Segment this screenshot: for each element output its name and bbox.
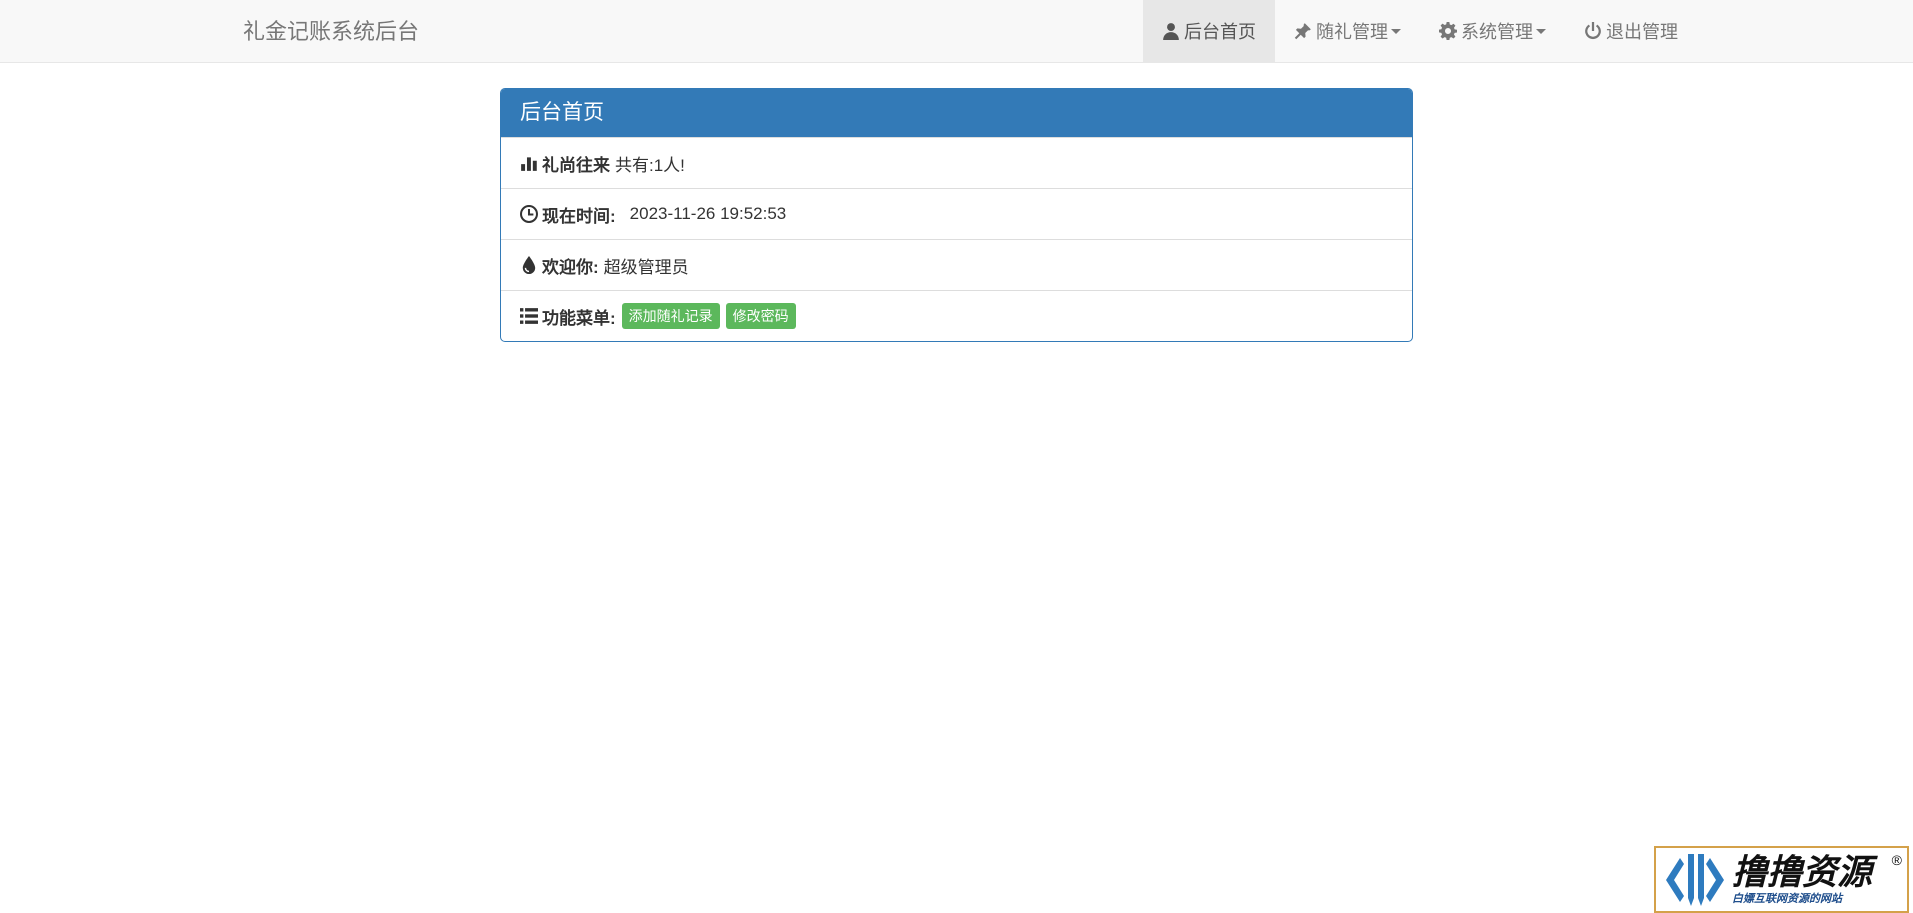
clock-icon <box>520 205 538 223</box>
nav-item-label: 后台首页 <box>1184 22 1256 42</box>
time-value: 2023-11-26 19:52:53 <box>629 204 787 223</box>
welcome-row: 欢迎你: 超级管理员 <box>501 239 1412 290</box>
time-row: 现在时间: 2023-11-26 19:52:53 <box>501 188 1412 239</box>
watermark-emblem <box>1666 853 1724 906</box>
panel-title: 后台首页 <box>501 89 1412 137</box>
nav-item-gift-management[interactable]: 随礼管理 <box>1275 0 1420 62</box>
nav-item-label: 系统管理 <box>1461 22 1533 42</box>
welcome-user: 超级管理员 <box>603 257 689 277</box>
watermark-text: 撸撸资源 白嫖互联网资源的网站 <box>1732 852 1873 906</box>
stats-row: 礼尚往来 共有:1人! <box>501 137 1412 188</box>
brand-title[interactable]: 礼金记账系统后台 <box>243 0 419 63</box>
add-gift-record-button[interactable]: 添加随礼记录 <box>621 303 720 329</box>
nav-item-label: 随礼管理 <box>1316 22 1388 42</box>
nav-item-label: 退出管理 <box>1606 22 1678 42</box>
list-icon <box>520 307 538 325</box>
menu-label: 功能菜单: <box>542 308 616 328</box>
nav-item-system-management[interactable]: 系统管理 <box>1420 0 1565 62</box>
stats-label: 礼尚往来 <box>542 155 610 175</box>
gear-icon <box>1439 22 1457 40</box>
watermark-title: 撸撸资源 <box>1732 852 1873 892</box>
power-icon <box>1584 22 1602 40</box>
nav-item-home[interactable]: 后台首页 <box>1143 0 1275 62</box>
top-navbar: 礼金记账系统后台 后台首页 随礼管理 系统管理 退出管理 <box>0 0 1913 63</box>
user-icon <box>1162 22 1180 40</box>
stats-value: 共有:1人! <box>615 155 685 175</box>
menu-row: 功能菜单: 添加随礼记录 修改密码 <box>501 290 1412 341</box>
caret-down-icon <box>1536 28 1546 34</box>
nav-item-logout[interactable]: 退出管理 <box>1565 0 1697 62</box>
pushpin-icon <box>1294 22 1312 40</box>
bar-chart-icon <box>520 154 538 172</box>
nav-menu: 后台首页 随礼管理 系统管理 退出管理 <box>1143 0 1697 62</box>
change-password-button[interactable]: 修改密码 <box>725 303 796 329</box>
watermark-logo: 撸撸资源 白嫖互联网资源的网站 ® <box>1654 846 1909 913</box>
watermark-subtitle: 白嫖互联网资源的网站 <box>1732 892 1842 905</box>
welcome-label: 欢迎你: <box>542 257 599 277</box>
registered-mark: ® <box>1891 852 1902 868</box>
time-label: 现在时间: <box>542 206 616 226</box>
dashboard-panel: 后台首页 礼尚往来 共有:1人! 现在时间: 2023-11-26 19:52:… <box>500 88 1413 342</box>
drop-icon <box>520 256 538 274</box>
caret-down-icon <box>1391 28 1401 34</box>
